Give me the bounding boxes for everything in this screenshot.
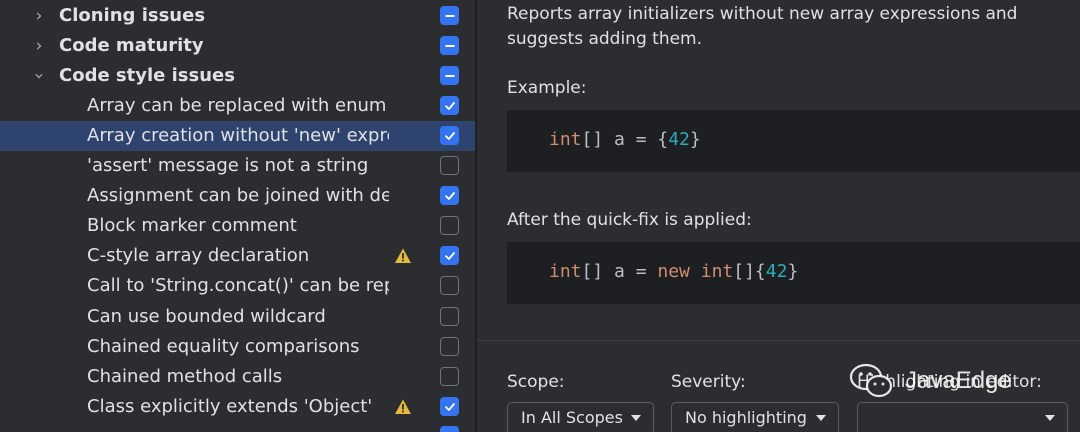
- scope-dropdown[interactable]: In All Scopes: [507, 402, 654, 432]
- after-fix-code-line: int[] a = new int[]{42}: [549, 261, 799, 282]
- tree-item[interactable]: Can use bounded wildcard: [0, 302, 475, 332]
- tree-item[interactable]: 'assert' message is not a string: [0, 151, 475, 181]
- checkmark-icon: [444, 251, 455, 260]
- group-checkbox[interactable]: [440, 36, 459, 55]
- tree-item-selected[interactable]: Array creation without 'new' expre: [0, 121, 475, 151]
- tree-item-label: Block marker comment: [87, 215, 297, 236]
- item-checkbox[interactable]: [440, 156, 459, 175]
- tree-item[interactable]: Array can be replaced with enum v: [0, 91, 475, 121]
- item-checkbox[interactable]: [440, 367, 459, 386]
- inspections-tree: › Cloning issues › Code maturity › Code …: [0, 0, 475, 432]
- after-fix-code-block: int[] a = new int[]{42}: [507, 242, 1080, 304]
- tree-item-label: 'assert' message is not a string: [87, 155, 369, 176]
- tree-group-label: Cloning issues: [59, 5, 206, 26]
- warning-icon: [395, 248, 411, 263]
- tree-item-label: Call to 'String.concat()' can be rep: [87, 275, 389, 296]
- watermark: JavaEdge: [849, 362, 1012, 400]
- highlighting-dropdown[interactable]: [857, 402, 1068, 432]
- wechat-logo-icon: [849, 363, 893, 398]
- tree-item-label: Array can be replaced with enum v: [87, 95, 389, 116]
- tree-item[interactable]: [0, 422, 475, 432]
- tree-item-label: C-style array declaration: [87, 245, 310, 266]
- item-checkbox[interactable]: [440, 397, 459, 416]
- item-checkbox[interactable]: [440, 307, 459, 326]
- item-checkbox[interactable]: [440, 126, 459, 145]
- item-checkbox[interactable]: [440, 216, 459, 235]
- example-code-line: int[] a = {42}: [549, 129, 701, 150]
- inspection-details: Reports array initializers without new a…: [477, 0, 1080, 432]
- tree-item-label: Class explicitly extends 'Object': [87, 396, 373, 417]
- item-checkbox[interactable]: [440, 276, 459, 295]
- inspection-description: Reports array initializers without new a…: [507, 4, 1018, 49]
- checkmark-icon: [444, 131, 455, 140]
- dropdown-arrow-icon: [1045, 415, 1055, 421]
- item-checkbox[interactable]: [440, 186, 459, 205]
- severity-label: Severity:: [671, 372, 746, 392]
- after-fix-heading: After the quick-fix is applied:: [507, 210, 752, 230]
- tree-group-label: Code style issues: [59, 65, 235, 86]
- checkmark-icon: [444, 101, 455, 110]
- dropdown-arrow-icon: [816, 415, 826, 421]
- checkmark-icon: [444, 402, 455, 411]
- item-checkbox[interactable]: [440, 246, 459, 265]
- dropdown-arrow-icon: [631, 415, 641, 421]
- tree-group-cloning-issues[interactable]: › Cloning issues: [0, 1, 475, 31]
- tree-item-label: Chained method calls: [87, 366, 283, 387]
- tree-item-label: Can use bounded wildcard: [87, 306, 326, 327]
- chevron-right-icon[interactable]: ›: [30, 1, 48, 31]
- tree-group-code-maturity[interactable]: › Code maturity: [0, 31, 475, 61]
- tree-item[interactable]: Call to 'String.concat()' can be rep: [0, 271, 475, 301]
- tree-item[interactable]: C-style array declaration: [0, 241, 475, 271]
- section-divider: [477, 340, 1080, 341]
- tree-item[interactable]: Chained method calls: [0, 362, 475, 392]
- item-checkbox[interactable]: [440, 96, 459, 115]
- minus-icon: [445, 74, 454, 77]
- item-checkbox[interactable]: [440, 337, 459, 356]
- minus-icon: [445, 14, 454, 17]
- chevron-down-icon[interactable]: ›: [24, 67, 54, 85]
- group-checkbox[interactable]: [440, 66, 459, 85]
- tree-group-label: Code maturity: [59, 35, 204, 56]
- inspection-settings: › Cloning issues › Code maturity › Code …: [0, 0, 1080, 432]
- tree-item-label: Assignment can be joined with dec: [87, 185, 389, 206]
- chevron-right-icon[interactable]: ›: [30, 31, 48, 61]
- minus-icon: [445, 44, 454, 47]
- tree-item[interactable]: Class explicitly extends 'Object': [0, 392, 475, 422]
- checkmark-icon: [444, 191, 455, 200]
- watermark-text: JavaEdge: [905, 367, 1012, 394]
- example-heading: Example:: [507, 78, 587, 98]
- tree-item[interactable]: Block marker comment: [0, 211, 475, 241]
- severity-value: No highlighting (w: [685, 408, 813, 427]
- tree-item[interactable]: Assignment can be joined with dec: [0, 181, 475, 211]
- example-code-block: int[] a = {42}: [507, 110, 1080, 172]
- group-checkbox[interactable]: [440, 6, 459, 25]
- scope-label: Scope:: [507, 372, 565, 392]
- tree-item[interactable]: Chained equality comparisons: [0, 332, 475, 362]
- tree-group-code-style-issues[interactable]: › Code style issues: [0, 61, 475, 91]
- tree-item-label: Array creation without 'new' expre: [87, 125, 389, 146]
- item-checkbox[interactable]: [440, 426, 459, 432]
- severity-dropdown[interactable]: No highlighting (w: [671, 402, 839, 432]
- tree-item-label: Chained equality comparisons: [87, 336, 360, 357]
- warning-icon: [395, 399, 411, 414]
- scope-value: In All Scopes: [521, 408, 623, 427]
